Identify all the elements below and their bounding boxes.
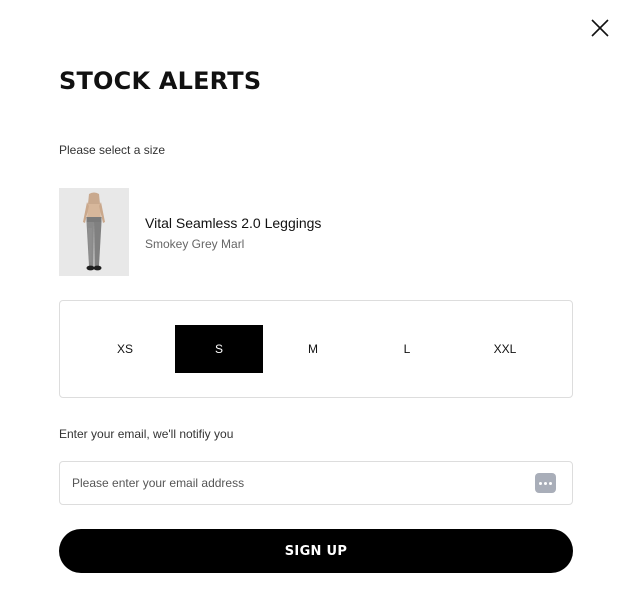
email-field-wrapper <box>59 461 573 505</box>
size-option-s[interactable]: S <box>175 325 263 373</box>
stock-alerts-modal: STOCK ALERTS Please select a size Vital … <box>0 0 624 593</box>
size-prompt: Please select a size <box>59 143 166 157</box>
product-name: Vital Seamless 2.0 Leggings <box>145 215 322 231</box>
size-option-xs[interactable]: XS <box>81 325 169 373</box>
product-summary: Vital Seamless 2.0 Leggings Smokey Grey … <box>59 188 573 276</box>
email-input[interactable] <box>72 462 522 504</box>
modal-title: STOCK ALERTS <box>59 67 262 95</box>
leggings-product-image <box>59 188 129 276</box>
product-image <box>59 188 129 276</box>
sign-up-button[interactable]: SIGN UP <box>59 529 573 573</box>
email-prompt: Enter your email, we'll notifiy you <box>59 427 234 441</box>
password-manager-icon[interactable] <box>535 473 556 493</box>
close-icon <box>591 19 609 37</box>
size-option-l[interactable]: L <box>363 325 451 373</box>
product-color: Smokey Grey Marl <box>145 237 245 251</box>
size-option-xxl[interactable]: XXL <box>461 325 549 373</box>
size-selector: XS S M L XXL <box>59 300 573 398</box>
close-button[interactable] <box>588 16 612 40</box>
size-option-m[interactable]: M <box>269 325 357 373</box>
